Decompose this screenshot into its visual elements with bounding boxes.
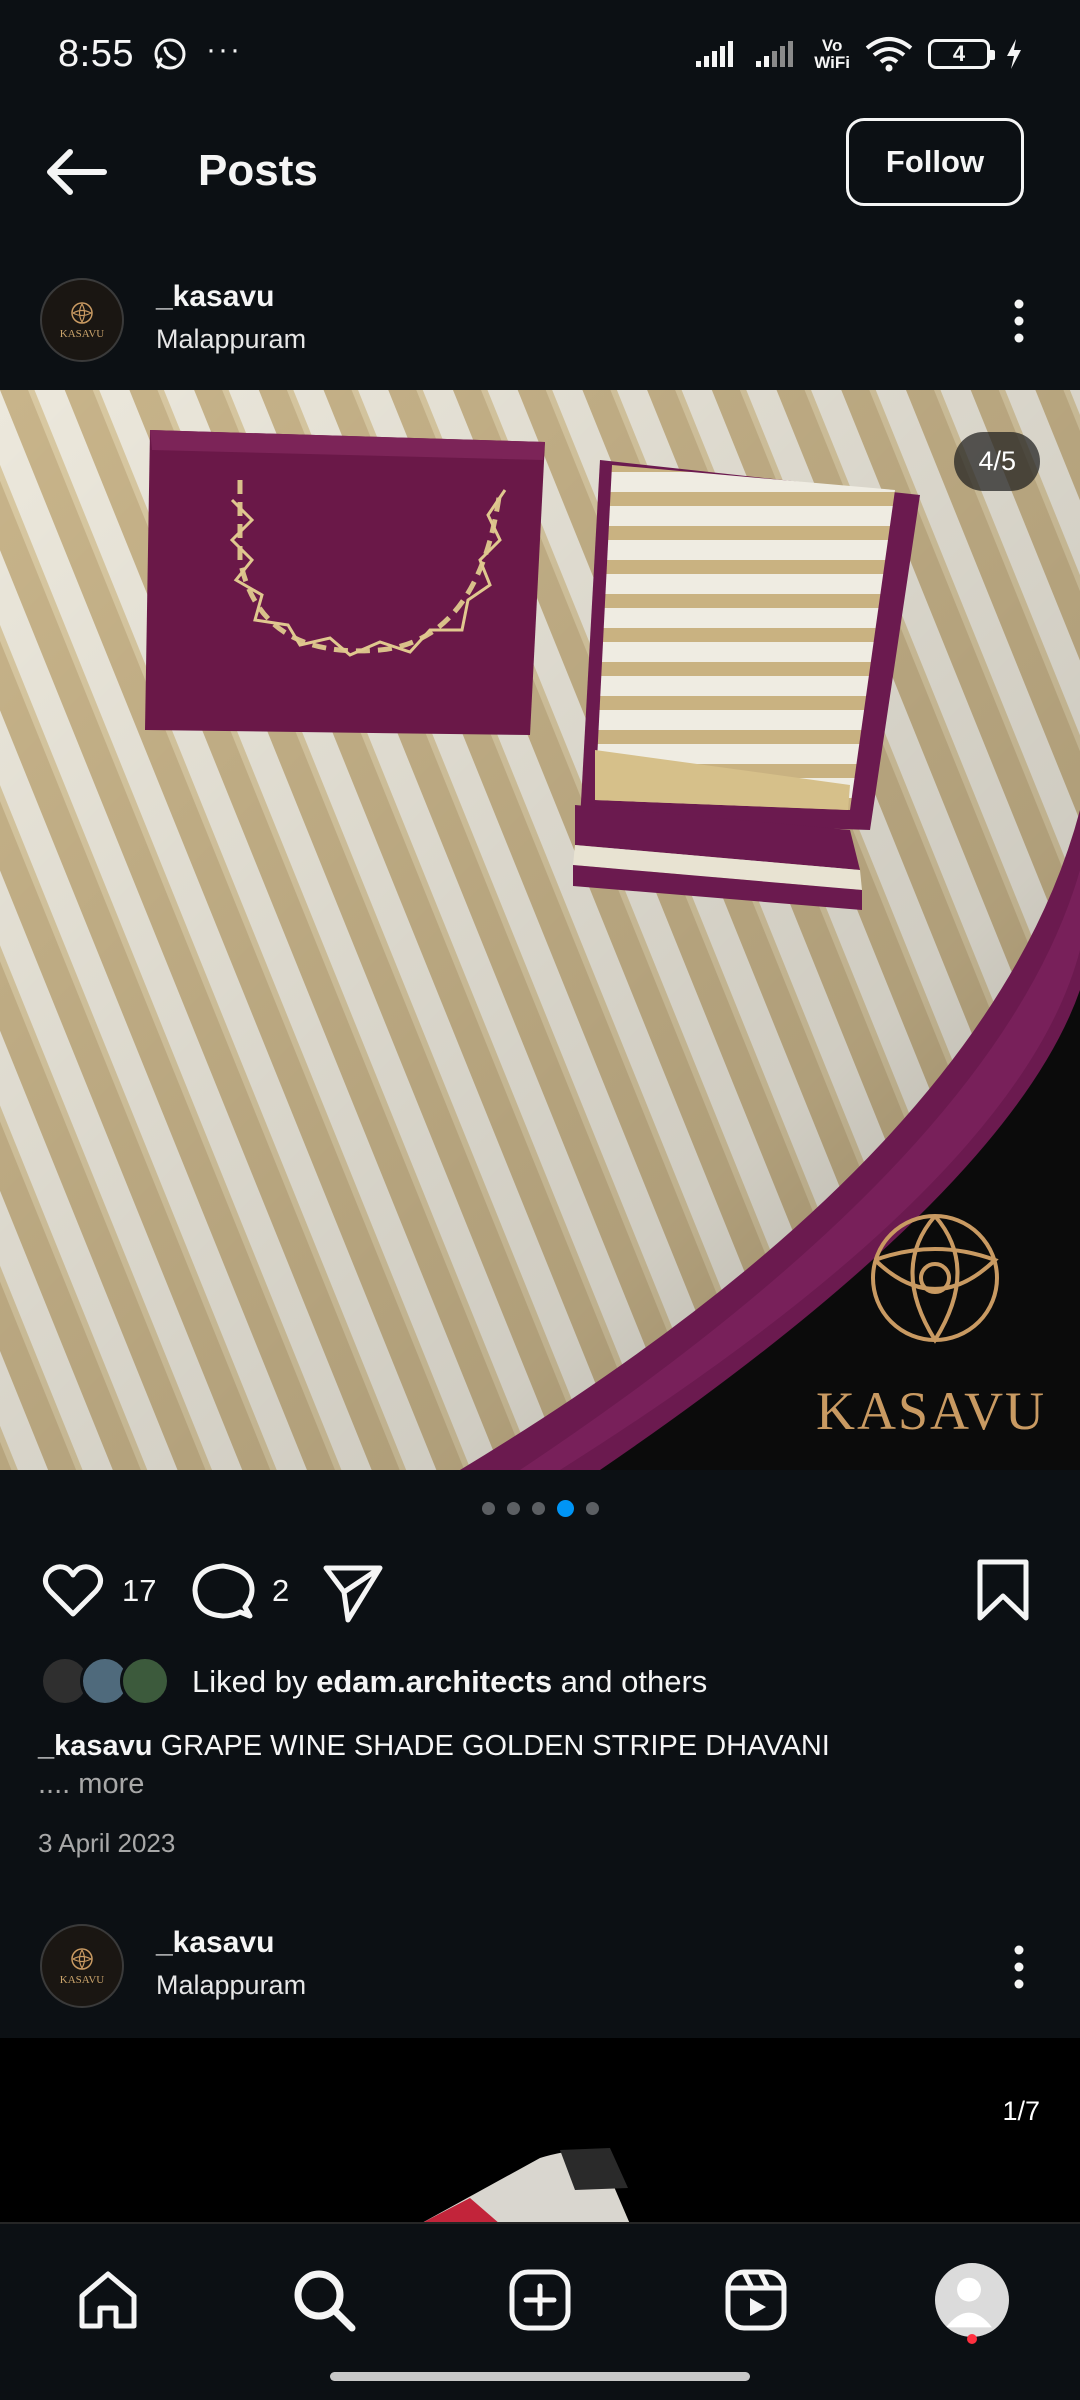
wifi-icon — [865, 37, 913, 72]
home-icon[interactable] — [74, 2266, 142, 2334]
carousel-dot — [585, 1502, 599, 1515]
whatsapp-icon — [154, 38, 186, 70]
carousel-indicator — [0, 1500, 1080, 1517]
saree-photo-2 — [420, 2148, 630, 2224]
post-header: KASAVU _kasavu Malappuram — [0, 260, 1080, 380]
signal-2-icon — [756, 41, 794, 67]
signal-icon — [696, 41, 734, 67]
status-time: 8:55 — [58, 32, 134, 75]
blouse-piece — [145, 430, 545, 735]
comment-count[interactable]: 2 — [272, 1573, 289, 1609]
default-avatar-icon — [946, 2277, 992, 2328]
share-action[interactable] — [320, 1558, 386, 1624]
more-notifications-icon: ··· — [205, 33, 242, 66]
liker-avatar — [120, 1656, 170, 1706]
heart-icon[interactable] — [40, 1558, 106, 1624]
post-username[interactable]: _kasavu — [156, 1926, 274, 1960]
avatar[interactable]: KASAVU — [40, 1924, 124, 2008]
vowifi-bottom: WiFi — [814, 53, 850, 72]
brand-watermark: KASAVU — [816, 1381, 1047, 1441]
profile-avatar[interactable] — [935, 2263, 1009, 2337]
like-action[interactable]: 17 — [40, 1558, 156, 1624]
notification-dot — [967, 2334, 977, 2344]
post-username[interactable]: _kasavu — [156, 280, 274, 314]
liked-by-text[interactable]: Liked by edam.architects and others — [192, 1664, 707, 1700]
post-date: 3 April 2023 — [38, 1828, 176, 1858]
carousel-dot — [506, 1502, 520, 1515]
post-image[interactable]: 4/5 KASAVU — [0, 390, 1080, 1470]
avatar-logo-text: KASAVU — [59, 1974, 105, 1986]
avatar[interactable]: KASAVU — [40, 278, 124, 362]
caption-more-link[interactable]: .... more — [38, 1768, 144, 1801]
nav-home[interactable] — [70, 2262, 146, 2338]
image-counter-2: 1/7 — [1002, 2096, 1040, 2126]
post-image-2[interactable]: 1/7 — [0, 2038, 1080, 2224]
like-count[interactable]: 17 — [122, 1573, 156, 1609]
comment-action[interactable]: 2 — [190, 1558, 289, 1624]
liked-by-user[interactable]: edam.architects — [316, 1664, 552, 1699]
liked-by-suffix[interactable]: and others — [561, 1664, 708, 1699]
carousel-dot — [481, 1502, 495, 1515]
more-options-icon[interactable] — [1004, 296, 1034, 346]
post-caption: _kasavu GRAPE WINE SHADE GOLDEN STRIPE D… — [38, 1724, 1038, 1768]
home-gesture-bar[interactable] — [330, 2372, 750, 2381]
reels-icon[interactable] — [722, 2266, 790, 2334]
charging-icon — [1007, 39, 1021, 69]
battery-indicator: 4 — [928, 39, 995, 69]
post-header-2: KASAVU _kasavu Malappuram — [0, 1906, 1080, 2026]
arrow-left-icon[interactable] — [40, 144, 112, 200]
top-bar: Posts Follow — [0, 108, 1080, 236]
carousel-dot-active — [556, 1500, 574, 1517]
comment-icon[interactable] — [190, 1558, 256, 1624]
avatar-logo-text: KASAVU — [59, 328, 105, 340]
kasavu-emblem-icon — [71, 302, 93, 324]
liked-by-prefix: Liked by — [192, 1664, 308, 1699]
caption-username[interactable]: _kasavu — [38, 1730, 153, 1762]
status-right: Vo WiFi 4 — [694, 36, 1024, 72]
liked-by-row[interactable]: Liked by edam.architects and others — [40, 1656, 707, 1708]
post-location[interactable]: Malappuram — [156, 324, 306, 355]
post-location[interactable]: Malappuram — [156, 1970, 306, 2001]
plus-square-icon[interactable] — [506, 2266, 574, 2334]
caption-text: GRAPE WINE SHADE GOLDEN STRIPE DHAVANI — [160, 1730, 830, 1762]
nav-reels[interactable] — [718, 2262, 794, 2338]
nav-profile[interactable] — [934, 2262, 1010, 2338]
image-counter: 4/5 — [954, 432, 1040, 491]
more-options-icon[interactable] — [1004, 1942, 1034, 1992]
bookmark-icon[interactable] — [972, 1558, 1034, 1624]
paper-plane-icon[interactable] — [320, 1558, 386, 1624]
vowifi-top: Vo — [821, 36, 843, 55]
follow-button[interactable]: Follow — [846, 118, 1024, 206]
post-actions: 17 2 — [0, 1552, 1080, 1632]
search-icon[interactable] — [290, 2266, 358, 2334]
nav-search[interactable] — [286, 2262, 362, 2338]
vowifi-indicator: Vo WiFi — [814, 37, 850, 71]
page-title: Posts — [198, 146, 318, 195]
saree-photo — [0, 390, 1080, 1470]
nav-create[interactable] — [502, 2262, 578, 2338]
status-left: 8:55 ··· — [58, 33, 242, 76]
carousel-dot — [531, 1502, 545, 1515]
liker-avatars — [40, 1656, 178, 1708]
kasavu-emblem-icon — [71, 1948, 93, 1970]
status-bar: 8:55 ··· Vo WiFi 4 — [0, 0, 1080, 108]
